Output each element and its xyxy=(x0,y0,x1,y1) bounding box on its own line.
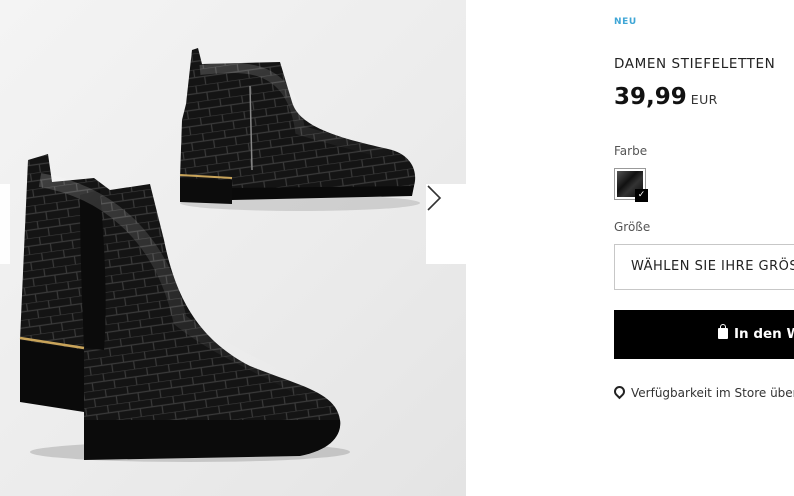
size-label: Größe xyxy=(614,220,651,234)
chevron-right-icon xyxy=(427,185,442,211)
store-availability-label: Verfügbarkeit im Store überprüfen xyxy=(631,386,794,400)
price-amount: 39,99 xyxy=(614,84,687,110)
add-to-cart-button[interactable]: In den Warenkorb xyxy=(614,310,794,359)
boot-back xyxy=(179,48,420,211)
product-info-panel: NEU DAMEN STIEFELETTEN 39,99 EUR Farbe ✓ … xyxy=(614,0,794,496)
store-availability-link[interactable]: Verfügbarkeit im Store überprüfen xyxy=(614,383,794,400)
gallery-next-button[interactable] xyxy=(426,184,466,264)
checkmark-icon: ✓ xyxy=(635,189,648,202)
product-price: 39,99 EUR xyxy=(614,84,718,110)
new-badge: NEU xyxy=(614,17,637,27)
product-image-gallery xyxy=(0,0,466,496)
color-label: Farbe xyxy=(614,144,648,158)
location-pin-icon xyxy=(614,383,628,400)
gallery-prev-button[interactable] xyxy=(0,184,10,264)
product-image xyxy=(19,48,420,462)
shopping-bag-icon xyxy=(718,324,728,339)
size-select[interactable]: WÄHLEN SIE IHRE GRÖSSE xyxy=(614,244,794,290)
product-title: DAMEN STIEFELETTEN xyxy=(614,56,776,72)
price-currency: EUR xyxy=(690,92,718,107)
add-to-cart-label: In den Warenkorb xyxy=(734,326,794,342)
color-swatch-black[interactable]: ✓ xyxy=(614,168,648,202)
